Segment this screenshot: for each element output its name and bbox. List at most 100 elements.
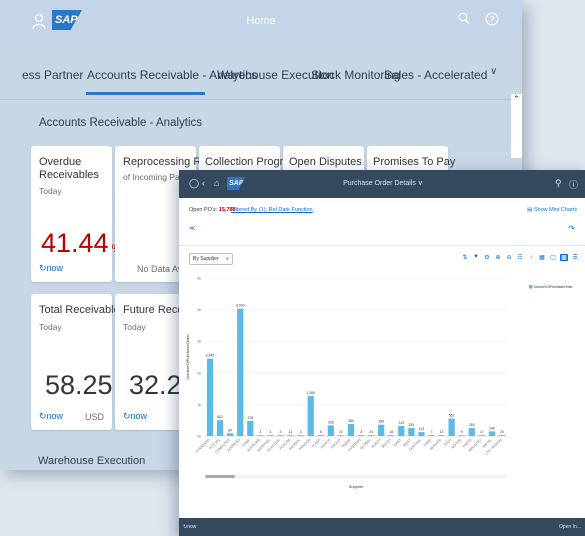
data-label: 254 (409, 423, 415, 427)
bar (438, 435, 445, 436)
data-label: 84 (228, 428, 232, 432)
table-icon[interactable]: ▦ (538, 254, 546, 261)
chevron-down-icon: ∨ (225, 256, 229, 262)
tile-subtitle: Today (123, 322, 146, 332)
data-label: 319 (398, 421, 404, 425)
data-label: 21 (339, 430, 343, 434)
collapse-header-icon[interactable]: ≪ (189, 225, 195, 232)
bar (247, 420, 254, 436)
bar (378, 424, 385, 436)
app-title-text: Purchase Order Details (343, 180, 416, 187)
tile-title: Open Disputes (289, 156, 362, 168)
data-label: 15 (389, 430, 393, 434)
refresh-label: now (130, 411, 148, 421)
kpi-value: 41.44% (41, 228, 121, 259)
tab-business-partner[interactable]: ess Partner (22, 68, 83, 82)
settings-icon[interactable]: ⚙ (483, 254, 491, 261)
fullscreen-icon[interactable]: ▢ (549, 254, 557, 261)
bar (367, 435, 375, 436)
chevron-down-icon: ∨ (417, 180, 423, 187)
section-title: Accounts Receivable - Analytics (39, 117, 202, 129)
chevron-down-icon[interactable]: ∨ (490, 66, 497, 77)
app-title[interactable]: Purchase Order Details ∨ (179, 179, 585, 187)
data-label: 3 (300, 430, 302, 434)
bar (388, 435, 395, 436)
refresh-label: now (46, 263, 64, 273)
bar (206, 358, 214, 436)
bar (267, 435, 274, 436)
y-tick-label: 2k (197, 371, 201, 375)
data-label: 146 (489, 426, 495, 430)
sort-icon[interactable]: ⇅ (461, 254, 469, 261)
search-icon[interactable]: ⚲ (555, 178, 562, 189)
bar (357, 435, 365, 436)
tile-subtitle: Today (39, 186, 62, 196)
section-title: Warehouse Execution (38, 455, 146, 467)
refresh-icon: ↻ (123, 411, 131, 421)
tile-overdue-receivables[interactable]: Overdue Receivables Today 41.44% ↻now (31, 146, 121, 282)
active-tab-indicator (86, 92, 205, 95)
legend-icon[interactable]: ☷ (516, 254, 524, 261)
bar (317, 435, 324, 436)
bar (227, 433, 234, 436)
bar (287, 435, 294, 436)
show-mini-charts-button[interactable]: ▤ Show Mini Charts (527, 207, 577, 213)
open-po-label: Open PO's: (189, 207, 218, 213)
data-label: 20 (500, 430, 504, 434)
chart-toolbar: By Supplier ∨ ⇅ ▼ ⚙ ⊕ ⊖ ☷ ↓ ▦ ▢ ▩ ☰ (179, 250, 585, 270)
scroll-up-button[interactable]: ⌃ (511, 94, 522, 158)
tab-sales-accelerated[interactable]: Sales - Accelerated (384, 68, 487, 82)
currency-label: USD (84, 412, 104, 422)
x-tick-label: MOTOR (451, 437, 463, 449)
tile-subtitle: Today (39, 322, 62, 332)
data-label: 9 (461, 430, 463, 434)
tile-title-line2: Receivables (39, 169, 99, 181)
bar (327, 425, 334, 436)
bar (418, 432, 425, 436)
kpi-number: 58.25 (45, 370, 113, 400)
filter-link[interactable]: Filtered By (1): Rel Date Function (231, 207, 313, 213)
refresh-label: now (187, 524, 197, 530)
download-icon[interactable]: ↓ (527, 254, 535, 261)
chevron-up-icon: ⌃ (512, 94, 521, 104)
bar (307, 396, 314, 436)
purchase-order-bar-chart: 0k1k2k3k4k5k2,445STANDARD502PCS 10184COM… (185, 277, 574, 490)
y-tick-label: 4k (197, 308, 201, 312)
horizontal-scrollbar-thumb[interactable] (205, 475, 235, 478)
dynamic-page-header: Open PO's: 15,788 Filtered By (1): Rel D… (179, 198, 585, 246)
view-by-select[interactable]: By Supplier ∨ (189, 253, 233, 265)
open-in-button[interactable]: Open In... (559, 524, 581, 530)
help-icon[interactable]: ? (485, 12, 499, 26)
tile-title: Promises To Pay (373, 156, 456, 168)
data-label: 3 (269, 430, 271, 434)
refresh-label: now (46, 411, 64, 421)
refresh-icon: ↻ (39, 263, 47, 273)
refresh-indicator: ↻now (39, 263, 63, 274)
bar-chart-icon[interactable]: ▩ (560, 254, 568, 261)
bar (498, 435, 506, 436)
bar (398, 425, 405, 436)
refresh-indicator: ↻now (123, 411, 147, 422)
data-label: 3 (360, 430, 362, 434)
show-mini-charts-label: Show Mini Charts (533, 207, 577, 213)
data-label: 12 (440, 430, 444, 434)
bar (448, 418, 455, 436)
chart-tools: ⇅ ▼ ⚙ ⊕ ⊖ ☷ ↓ ▦ ▢ ▩ ☰ (461, 254, 579, 261)
bar (277, 435, 284, 436)
tile-total-receivables[interactable]: Total Receivables Today 58.25M ↻now USD (31, 294, 125, 430)
zoom-in-icon[interactable]: ⊕ (494, 254, 502, 261)
help-icon[interactable]: ⓘ (569, 178, 578, 191)
y-tick-label: 3k (197, 340, 201, 344)
y-tick-label: 5k (197, 277, 201, 281)
zoom-out-icon[interactable]: ⊖ (505, 254, 513, 261)
list-icon[interactable]: ☰ (571, 254, 579, 261)
bar (408, 427, 415, 436)
data-label: 24 (369, 430, 373, 434)
filter-icon[interactable]: ▼ (472, 254, 480, 261)
search-icon[interactable] (458, 12, 470, 26)
x-tick-label: GLOBAL (359, 438, 372, 451)
data-label: 358 (378, 420, 384, 424)
data-label: 478 (247, 416, 253, 420)
share-icon[interactable]: ↷ (568, 224, 575, 233)
purchase-order-window: ◯ ‹ ⌂ SAP Purchase Order Details ∨ ⚲ ⓘ O… (179, 170, 585, 536)
